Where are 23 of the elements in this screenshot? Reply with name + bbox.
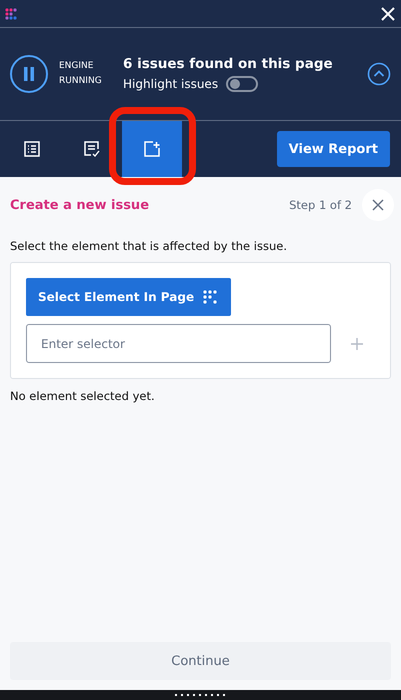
close-button[interactable] — [362, 189, 394, 221]
dots-icon — [203, 290, 220, 304]
close-icon — [372, 199, 384, 211]
pause-icon — [23, 67, 35, 81]
highlight-toggle[interactable] — [226, 76, 258, 92]
step-indicator: Step 1 of 2 — [289, 198, 352, 212]
list-icon — [24, 141, 40, 157]
engine-status: ENGINE RUNNING — [59, 60, 103, 88]
panel-title: Create a new issue — [10, 198, 150, 212]
select-element-button[interactable]: Select Element In Page — [26, 278, 232, 316]
logo-icon — [5, 8, 19, 22]
resize-handle-icon[interactable] — [174, 694, 228, 696]
instruction-text: Select the element that is affected by the issue. — [10, 239, 288, 253]
add-page-icon — [144, 141, 160, 157]
close-icon[interactable] — [380, 6, 396, 22]
pause-button[interactable] — [10, 55, 48, 93]
selector-input[interactable]: Enter selector — [26, 324, 331, 363]
view-report-button[interactable]: View Report — [276, 131, 390, 167]
collapse-icon[interactable] — [367, 62, 391, 86]
highlight-label: Highlight issues — [123, 77, 218, 91]
selection-status: No element selected yet. — [10, 389, 156, 403]
issues-summary: 6 issues found on this page — [123, 56, 334, 72]
checklist-icon — [83, 140, 101, 158]
